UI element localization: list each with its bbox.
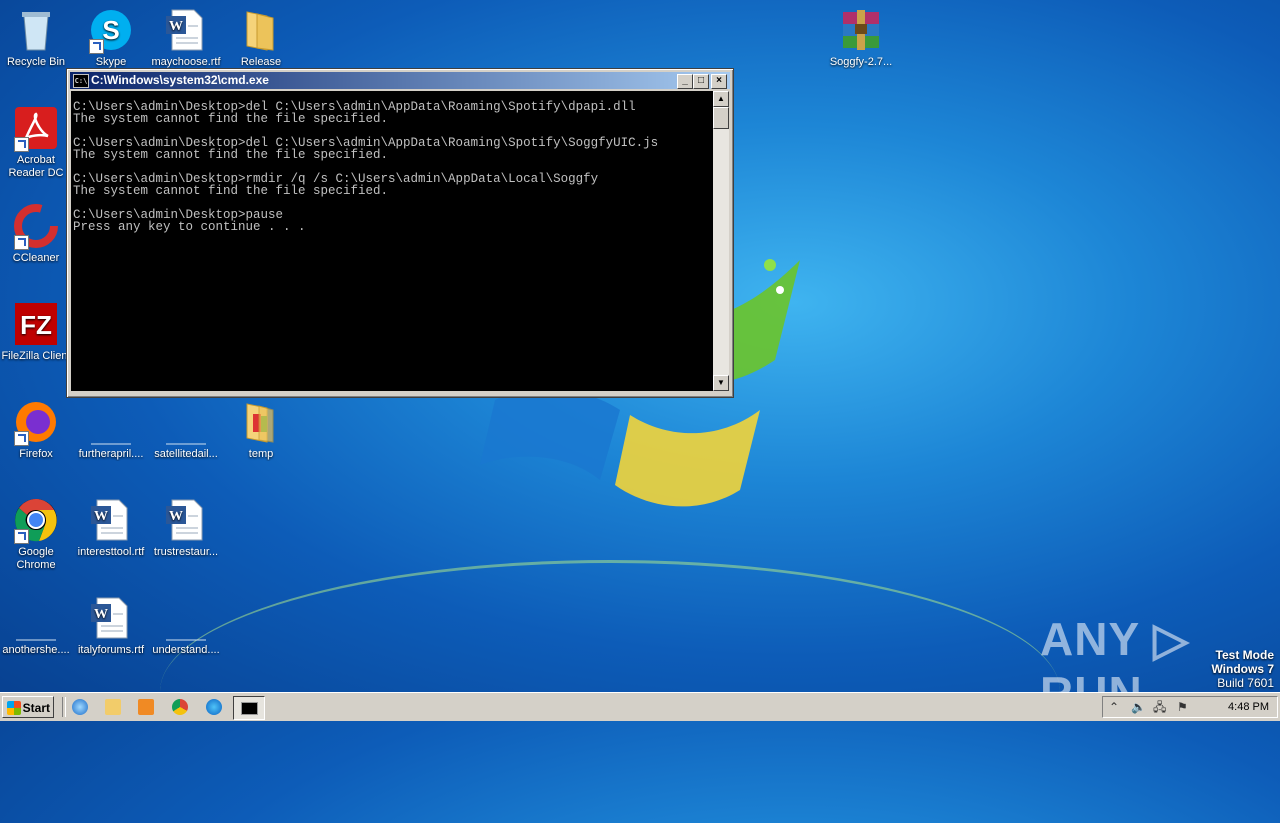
maximize-button[interactable]: □	[693, 74, 709, 89]
show-hidden-icons-chevron-icon[interactable]: ⌃	[1109, 700, 1119, 714]
windows-version-line: Windows 7	[1211, 662, 1274, 676]
shortcut-arrow-icon	[14, 529, 29, 544]
cmd-title-bar[interactable]: C:\ C:\Windows\system32\cmd.exe _ □ ×	[70, 72, 730, 89]
word-doc-icon: W	[87, 594, 135, 642]
folder-icon	[237, 6, 285, 54]
file-explorer-icon[interactable]	[105, 699, 121, 715]
taskbar-separator	[62, 697, 66, 717]
cmd-title-text: C:\Windows\system32\cmd.exe	[91, 73, 269, 87]
start-label: Start	[22, 701, 50, 715]
desktop-icon-acrobat[interactable]: Acrobat Reader DC	[0, 104, 74, 180]
winrar-archive-icon	[837, 6, 885, 54]
desktop-icon-label: Firefox	[19, 448, 53, 460]
svg-text:FZ: FZ	[20, 310, 52, 340]
system-tray: ⌃ 🔈 🖧 ⚑ 4:48 PM	[1102, 696, 1278, 718]
blank-file-icon	[12, 594, 60, 642]
cmd-app-icon[interactable]: C:\	[73, 74, 89, 88]
acrobat-icon	[12, 104, 60, 152]
word-doc-icon: W	[162, 496, 210, 544]
svg-text:S: S	[102, 15, 119, 45]
desktop-icon-italyforums[interactable]: W italyforums.rtf	[73, 594, 149, 657]
recycle-bin-icon	[12, 6, 60, 54]
desktop-icon-understand[interactable]: understand....	[148, 594, 224, 657]
word-doc-icon: W	[162, 6, 210, 54]
desktop-icon-ccleaner[interactable]: CCleaner	[0, 202, 74, 265]
scroll-thumb[interactable]	[713, 107, 729, 129]
ccleaner-icon	[12, 202, 60, 250]
cmd-output-text: C:\Users\admin\Desktop>del C:\Users\admi…	[73, 100, 659, 234]
cmd-taskbar-icon	[241, 702, 258, 715]
desktop-icon-soggfy[interactable]: Soggfy-2.7...	[823, 6, 899, 69]
desktop-icon-skype[interactable]: S Skype	[73, 6, 149, 69]
internet-explorer-icon[interactable]	[72, 699, 88, 715]
desktop-icon-recycle-bin[interactable]: Recycle Bin	[0, 6, 74, 69]
speaker-icon[interactable]: 🔈	[1131, 700, 1146, 714]
desktop-icon-label: Soggfy-2.7...	[829, 56, 893, 68]
desktop-icon-filezilla[interactable]: FZ FileZilla Client	[0, 300, 74, 363]
desktop-icon-label: Google Chrome	[16, 546, 56, 571]
desktop-icon-label: interesttool.rtf	[77, 546, 145, 558]
desktop-icon-furtherapril[interactable]: furtherapril....	[73, 398, 149, 461]
blank-file-icon	[162, 398, 210, 446]
word-doc-icon: W	[87, 496, 135, 544]
start-button[interactable]: Start	[2, 696, 54, 718]
desktop-icon-label: italyforums.rtf	[77, 644, 144, 656]
desktop-icon-trustrestaur[interactable]: W trustrestaur...	[148, 496, 224, 559]
minimize-button[interactable]: _	[677, 74, 693, 89]
folder-icon	[237, 398, 285, 446]
network-icon[interactable]: 🖧	[1153, 700, 1166, 714]
scroll-down-button[interactable]: ▼	[713, 375, 729, 391]
svg-text:W: W	[94, 607, 108, 622]
filezilla-icon: FZ	[12, 300, 60, 348]
desktop-icon-label: trustrestaur...	[153, 546, 219, 558]
scroll-up-button[interactable]: ▲	[713, 91, 729, 107]
desktop-icon-label: FileZilla Client	[1, 350, 71, 362]
desktop-icon-label: CCleaner	[12, 252, 60, 264]
edge-icon[interactable]	[206, 699, 222, 715]
desktop-icon-label: Recycle Bin	[6, 56, 66, 68]
desktop-icon-firefox[interactable]: Firefox	[0, 398, 74, 461]
shortcut-arrow-icon	[14, 431, 29, 446]
windows-flag-icon	[7, 701, 21, 715]
cmd-console[interactable]: C:\Users\admin\Desktop>del C:\Users\admi…	[71, 91, 713, 391]
desktop-icon-interesttool[interactable]: W interesttool.rtf	[73, 496, 149, 559]
svg-text:W: W	[169, 19, 183, 34]
chrome-taskbar-icon[interactable]	[172, 699, 188, 715]
chrome-icon	[12, 496, 60, 544]
close-button[interactable]: ×	[711, 74, 727, 89]
taskbar: Start ⌃ 🔈 🖧 ⚑ 4:48 PM	[0, 692, 1280, 721]
desktop-icon-maychoose[interactable]: W maychoose.rtf	[148, 6, 224, 69]
shortcut-arrow-icon	[14, 137, 29, 152]
shortcut-arrow-icon	[14, 235, 29, 250]
desktop-icon-label: furtherapril....	[78, 448, 144, 460]
desktop-icon-label: anothershe....	[2, 644, 70, 656]
blank-file-icon	[87, 398, 135, 446]
desktop-icon-temp[interactable]: temp	[223, 398, 299, 461]
cmd-vertical-scrollbar[interactable]: ▲ ▼	[713, 91, 729, 391]
action-center-flag-icon[interactable]: ⚑	[1177, 700, 1188, 714]
cmd-window[interactable]: C:\ C:\Windows\system32\cmd.exe _ □ × C:…	[66, 68, 734, 398]
media-player-icon[interactable]	[138, 699, 154, 715]
taskbar-clock[interactable]: 4:48 PM	[1228, 697, 1269, 717]
desktop-icon-label: satellitedail...	[154, 448, 218, 460]
test-mode-line: Test Mode	[1215, 648, 1274, 662]
blank-file-icon	[162, 594, 210, 642]
desktop-icon-label: temp	[248, 448, 274, 460]
firefox-icon	[12, 398, 60, 446]
shortcut-arrow-icon	[89, 39, 104, 54]
desktop-icon-satellitedail[interactable]: satellitedail...	[148, 398, 224, 461]
test-mode-notice: Test Mode Windows 7 Build 7601	[1211, 648, 1274, 690]
desktop-icon-anothershe[interactable]: anothershe....	[0, 594, 74, 657]
skype-icon: S	[87, 6, 135, 54]
build-number-line: Build 7601	[1217, 676, 1274, 690]
desktop-icon-label: Acrobat Reader DC	[8, 154, 64, 179]
svg-text:W: W	[169, 509, 183, 524]
desktop-icon-label: understand....	[152, 644, 220, 656]
svg-text:W: W	[94, 509, 108, 524]
desktop-icon-release[interactable]: Release	[223, 6, 299, 69]
desktop-icon-chrome[interactable]: Google Chrome	[0, 496, 74, 572]
taskbar-cmd-button[interactable]	[233, 696, 265, 720]
